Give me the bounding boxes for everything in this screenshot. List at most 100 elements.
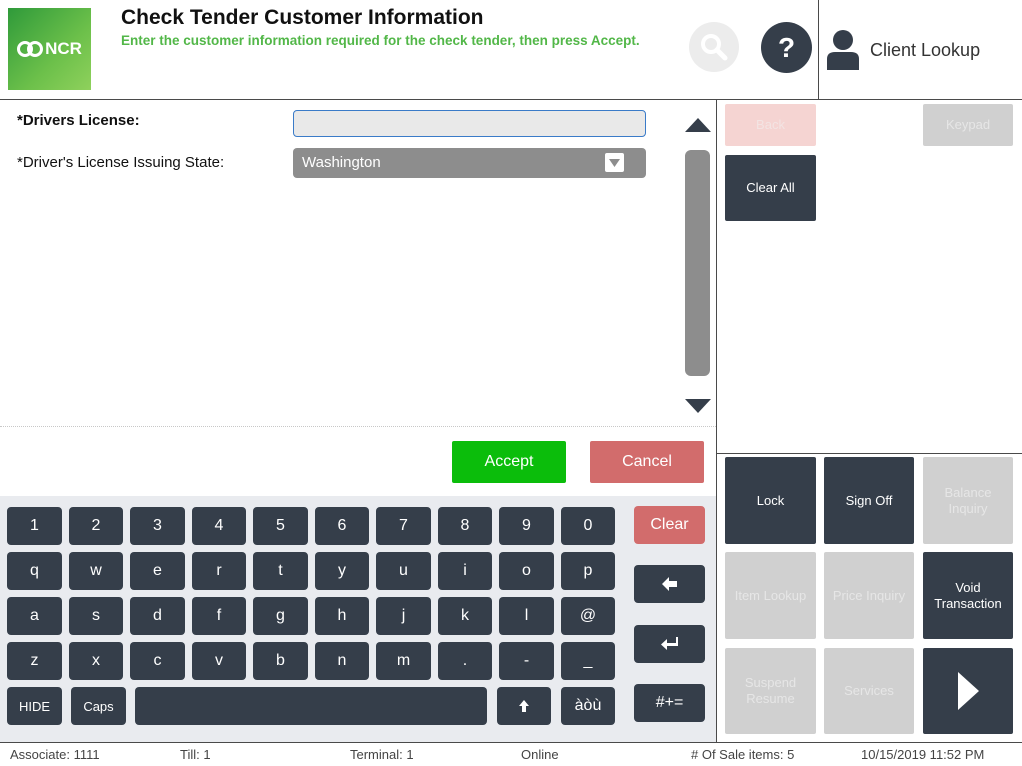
balance-inquiry-button[interactable]: Balance Inquiry — [923, 457, 1013, 544]
search-button[interactable] — [689, 22, 739, 72]
key-z[interactable]: z — [7, 642, 62, 680]
services-button[interactable]: Services — [824, 648, 914, 734]
status-bar: Associate: 1111 Till: 1 Terminal: 1 Onli… — [0, 742, 1022, 766]
key-1[interactable]: 1 — [7, 507, 62, 545]
key-underscore[interactable]: _ — [561, 642, 615, 680]
key-at[interactable]: @ — [561, 597, 615, 635]
scroll-down-arrow[interactable] — [685, 399, 711, 413]
status-associate: Associate: 1111 — [10, 747, 100, 762]
accent-key[interactable]: àòù — [561, 687, 615, 725]
key-9[interactable]: 9 — [499, 507, 554, 545]
shift-key[interactable] — [497, 687, 551, 725]
caps-key[interactable]: Caps — [71, 687, 126, 725]
key-w[interactable]: w — [69, 552, 123, 590]
void-transaction-button[interactable]: Void Transaction — [923, 552, 1013, 639]
sign-off-button[interactable]: Sign Off — [824, 457, 914, 544]
panel-separator — [717, 453, 1022, 454]
accept-button[interactable]: Accept — [452, 441, 566, 483]
chevron-right-icon — [958, 672, 979, 710]
key-v[interactable]: v — [192, 642, 246, 680]
key-n[interactable]: n — [315, 642, 369, 680]
key-f[interactable]: f — [192, 597, 246, 635]
logo-text: NCR — [45, 39, 82, 58]
symbols-key[interactable]: #+= — [634, 684, 705, 722]
clear-all-button[interactable]: Clear All — [725, 155, 816, 221]
status-connection: Online — [521, 747, 559, 762]
enter-arrow-icon — [660, 637, 678, 650]
key-2[interactable]: 2 — [69, 507, 123, 545]
key-k[interactable]: k — [438, 597, 492, 635]
key-c[interactable]: c — [130, 642, 185, 680]
key-l[interactable]: l — [499, 597, 554, 635]
key-d[interactable]: d — [130, 597, 185, 635]
dropdown-arrow-icon — [605, 153, 624, 172]
check-tender-screen: NCR Check Tender Customer Information En… — [0, 0, 1022, 766]
enter-key[interactable] — [634, 625, 705, 663]
key-m[interactable]: m — [376, 642, 431, 680]
header-divider — [818, 0, 819, 100]
backspace-key[interactable] — [634, 565, 705, 603]
key-u[interactable]: u — [376, 552, 431, 590]
keypad-button[interactable]: Keypad — [923, 104, 1013, 146]
status-till: Till: 1 — [180, 747, 211, 762]
cancel-button[interactable]: Cancel — [590, 441, 704, 483]
key-dash[interactable]: - — [499, 642, 554, 680]
panel-divider — [716, 100, 717, 742]
key-6[interactable]: 6 — [315, 507, 369, 545]
keyboard-clear-button[interactable]: Clear — [634, 506, 705, 544]
scroll-up-arrow[interactable] — [685, 118, 711, 132]
backspace-arrow-icon — [661, 577, 677, 591]
key-e[interactable]: e — [130, 552, 185, 590]
price-inquiry-button[interactable]: Price Inquiry — [824, 552, 914, 639]
status-terminal: Terminal: 1 — [350, 747, 414, 762]
issuing-state-select[interactable]: Washington — [293, 148, 646, 178]
client-lookup-button[interactable]: Client Lookup — [826, 28, 980, 72]
page-subtitle: Enter the customer information required … — [121, 33, 640, 48]
help-button[interactable]: ? — [761, 22, 812, 73]
back-button[interactable]: Back — [725, 104, 816, 146]
key-0[interactable]: 0 — [561, 507, 615, 545]
key-t[interactable]: t — [253, 552, 308, 590]
key-j[interactable]: j — [376, 597, 431, 635]
key-b[interactable]: b — [253, 642, 308, 680]
key-y[interactable]: y — [315, 552, 369, 590]
lock-button[interactable]: Lock — [725, 457, 816, 544]
key-o[interactable]: o — [499, 552, 554, 590]
search-icon — [701, 34, 728, 61]
key-7[interactable]: 7 — [376, 507, 431, 545]
key-g[interactable]: g — [253, 597, 308, 635]
client-lookup-label: Client Lookup — [870, 39, 981, 60]
key-period[interactable]: . — [438, 642, 492, 680]
key-a[interactable]: a — [7, 597, 62, 635]
drivers-license-input[interactable] — [293, 110, 646, 137]
ncr-logo: NCR — [8, 8, 91, 90]
key-p[interactable]: p — [561, 552, 615, 590]
on-screen-keyboard: 1 2 3 4 5 6 7 8 9 0 Clear q w e r t y u … — [0, 496, 716, 742]
customer-info-form: *Drivers License: *Driver's License Issu… — [0, 100, 716, 427]
key-q[interactable]: q — [7, 552, 62, 590]
issuing-state-value: Washington — [302, 154, 381, 171]
key-i[interactable]: i — [438, 552, 492, 590]
key-s[interactable]: s — [69, 597, 123, 635]
item-lookup-button[interactable]: Item Lookup — [725, 552, 816, 639]
header: NCR Check Tender Customer Information En… — [0, 0, 1022, 100]
shift-arrow-icon — [519, 700, 529, 712]
key-5[interactable]: 5 — [253, 507, 308, 545]
key-8[interactable]: 8 — [438, 507, 492, 545]
help-icon: ? — [777, 31, 796, 63]
scrollbar-track[interactable] — [685, 150, 710, 376]
key-h[interactable]: h — [315, 597, 369, 635]
space-key[interactable] — [135, 687, 487, 725]
key-4[interactable]: 4 — [192, 507, 246, 545]
suspend-resume-button[interactable]: Suspend Resume — [725, 648, 816, 734]
page-title: Check Tender Customer Information — [121, 6, 484, 29]
issuing-state-label: *Driver's License Issuing State: — [17, 154, 225, 171]
key-r[interactable]: r — [192, 552, 246, 590]
hide-keyboard-key[interactable]: HIDE — [7, 687, 62, 725]
ncr-rings-icon — [17, 41, 44, 57]
key-3[interactable]: 3 — [130, 507, 185, 545]
status-sale-items: # Of Sale items: 5 — [691, 747, 795, 762]
status-datetime: 10/15/2019 11:52 PM — [861, 747, 985, 762]
key-x[interactable]: x — [69, 642, 123, 680]
next-page-button[interactable] — [923, 648, 1013, 734]
